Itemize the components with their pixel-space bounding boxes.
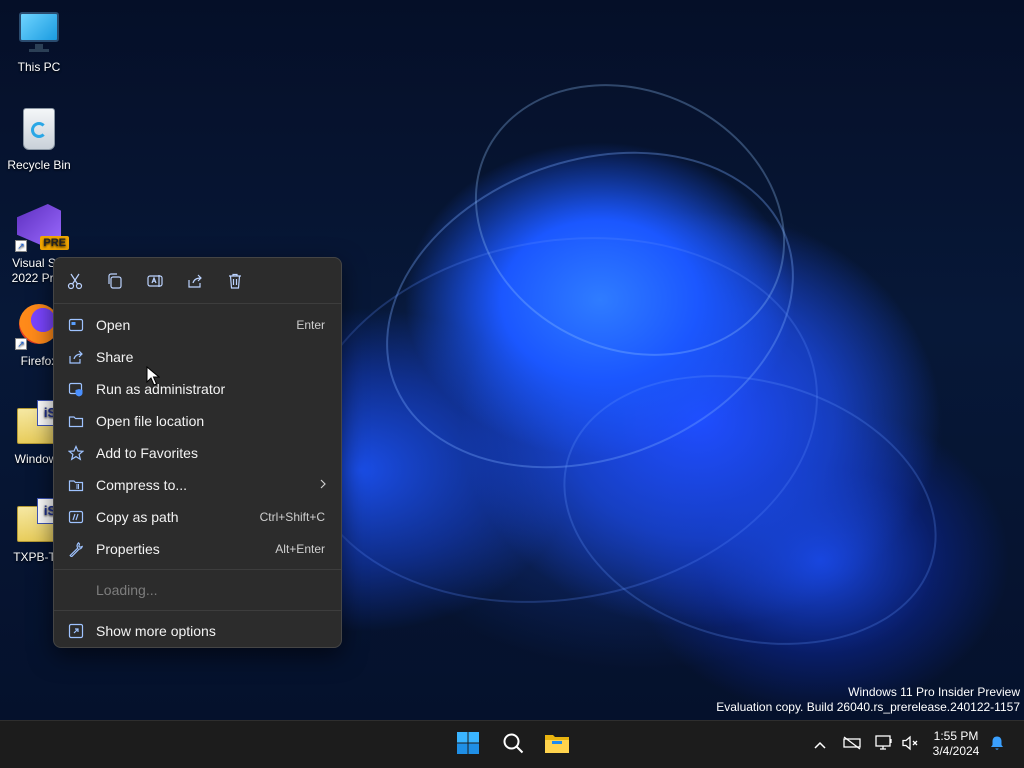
- shield-icon: [67, 380, 85, 398]
- start-button[interactable]: [448, 725, 488, 765]
- context-menu-toolbar: [54, 258, 341, 304]
- desktop-icon-this-pc[interactable]: This PC: [0, 8, 78, 75]
- volume-status[interactable]: [898, 721, 922, 768]
- star-icon: [67, 444, 85, 462]
- context-menu-items: Open Enter Share Run as administrator Op…: [54, 304, 341, 647]
- search-button[interactable]: [493, 725, 533, 765]
- menu-item-label: Copy as path: [96, 509, 179, 525]
- menu-item-label: Open file location: [96, 413, 205, 429]
- menu-item-label: Add to Favorites: [96, 445, 198, 461]
- network-off-icon: [843, 735, 861, 755]
- menu-item-label: Open: [96, 317, 131, 333]
- chevron-up-icon: [814, 736, 826, 754]
- folder-icon: [67, 412, 85, 430]
- show-hidden-icons-button[interactable]: [810, 721, 830, 768]
- menu-separator: [54, 569, 341, 570]
- preview-badge: PRE: [40, 236, 69, 250]
- display-status[interactable]: [872, 721, 896, 768]
- notification-center-button[interactable]: [986, 721, 1008, 768]
- system-clock[interactable]: 1:55 PM 3/4/2024: [926, 729, 986, 759]
- menu-loading-placeholder: Loading...: [96, 582, 158, 598]
- copy-icon[interactable]: [104, 270, 126, 292]
- chevron-right-icon: [319, 478, 327, 492]
- menu-item-label: Show more options: [96, 623, 216, 639]
- visual-studio-icon: PRE ↗: [15, 204, 69, 252]
- watermark-line-2: Evaluation copy. Build 26040.rs_prerelea…: [716, 700, 1020, 714]
- clock-date: 3/4/2024: [932, 744, 980, 758]
- bell-icon: [989, 735, 1005, 756]
- search-icon: [502, 732, 524, 759]
- wrench-icon: [67, 540, 85, 558]
- monitor-icon: [15, 8, 63, 56]
- menu-item-shortcut: Ctrl+Shift+C: [259, 510, 325, 524]
- taskbar: 1:55 PM 3/4/2024: [0, 720, 1024, 768]
- menu-separator: [54, 610, 341, 611]
- menu-item-show-more-options[interactable]: Show more options: [54, 615, 341, 647]
- clock-time: 1:55 PM: [933, 729, 979, 743]
- shortcut-arrow-icon: ↗: [15, 240, 27, 252]
- watermark-line-1: Windows 11 Pro Insider Preview: [848, 685, 1020, 699]
- menu-item-label: Share: [96, 349, 134, 365]
- context-menu: Open Enter Share Run as administrator Op…: [53, 257, 342, 648]
- shortcut-arrow-icon: ↗: [15, 338, 27, 350]
- menu-item-label: Compress to...: [96, 477, 188, 493]
- menu-item-run-as-admin[interactable]: Run as administrator: [54, 373, 341, 405]
- desktop-icon-label: This PC: [17, 60, 61, 74]
- display-icon: [875, 734, 893, 756]
- menu-item-open[interactable]: Open Enter: [54, 309, 341, 341]
- network-status[interactable]: [840, 721, 864, 768]
- menu-item-shortcut: Alt+Enter: [275, 542, 325, 556]
- desktop-icon-label: Recycle Bin: [7, 158, 71, 172]
- share-icon[interactable]: [184, 270, 206, 292]
- cut-icon[interactable]: [64, 270, 86, 292]
- menu-item-properties[interactable]: Properties Alt+Enter: [54, 533, 341, 565]
- file-explorer-button[interactable]: [537, 725, 577, 765]
- desktop-icon-recycle-bin[interactable]: Recycle Bin: [0, 106, 78, 173]
- path-icon: [67, 508, 85, 526]
- menu-item-add-to-favorites[interactable]: Add to Favorites: [54, 437, 341, 469]
- evaluation-watermark: Windows 11 Pro Insider Preview Evaluatio…: [716, 685, 1020, 715]
- rename-icon[interactable]: [144, 270, 166, 292]
- open-icon: [67, 316, 85, 334]
- zip-icon: [67, 476, 85, 494]
- menu-item-shortcut: Enter: [296, 318, 325, 332]
- menu-item-open-file-location[interactable]: Open file location: [54, 405, 341, 437]
- share-icon: [67, 348, 85, 366]
- file-explorer-icon: [544, 732, 570, 759]
- windows-start-icon: [456, 731, 480, 760]
- menu-item-label: Run as administrator: [96, 381, 226, 397]
- delete-icon[interactable]: [224, 270, 246, 292]
- menu-item-label: Properties: [96, 541, 160, 557]
- menu-item-copy-as-path[interactable]: Copy as path Ctrl+Shift+C: [54, 501, 341, 533]
- more-options-icon: [67, 622, 85, 640]
- speaker-muted-icon: [901, 735, 919, 756]
- menu-item-compress-to[interactable]: Compress to...: [54, 469, 341, 501]
- menu-item-share[interactable]: Share: [54, 341, 341, 373]
- recycle-bin-icon: [15, 106, 63, 154]
